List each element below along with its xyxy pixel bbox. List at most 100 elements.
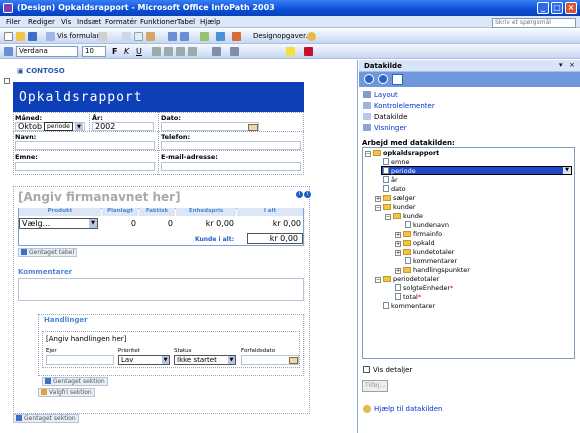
copy-icon[interactable]	[134, 32, 143, 41]
subject-field[interactable]	[15, 162, 155, 171]
menu-indsaet[interactable]: Indsæt	[77, 18, 101, 26]
align-right-icon[interactable]	[176, 47, 185, 56]
maximize-button[interactable]: □	[551, 2, 563, 14]
tree-node-kundenavn[interactable]: kundenavn	[405, 221, 449, 229]
name-field[interactable]	[15, 141, 155, 150]
tree-node-periodetotaler[interactable]: − periodetotaler	[375, 275, 439, 283]
menu-rediger[interactable]: Rediger	[28, 18, 55, 26]
tree-node-handlingspunkter[interactable]: + handlingspunkter	[395, 266, 470, 274]
company-name-heading[interactable]: [Angiv firmanavnet her]	[18, 190, 181, 204]
comments-field[interactable]	[18, 278, 304, 301]
tree-node-kommentarer[interactable]: kommentarer	[405, 257, 457, 265]
tree-node-opkald[interactable]: + opkald	[395, 239, 435, 247]
link-layout[interactable]: Layout	[374, 91, 398, 99]
menu-vis[interactable]: Vis	[61, 18, 71, 26]
menu-formater[interactable]: Formatér	[105, 18, 137, 26]
tree-node-kommentarer-2[interactable]: kommentarer	[383, 302, 435, 310]
product-dropdown-arrow[interactable]: ▼	[89, 219, 97, 228]
redo-icon[interactable]	[180, 32, 189, 41]
font-size-select[interactable]: 10	[82, 46, 106, 57]
tree-node-kunde[interactable]: − kunde	[385, 212, 423, 220]
pane-menu-arrow[interactable]: ▾	[559, 61, 563, 69]
home-icon[interactable]	[392, 74, 403, 85]
design-tasks-button[interactable]: Designopgaver...	[253, 32, 312, 40]
tree-node-periode[interactable]: periode	[383, 167, 416, 175]
owner-field[interactable]	[46, 355, 114, 365]
new-icon[interactable]	[4, 32, 13, 41]
save-icon[interactable]	[28, 32, 37, 41]
align-center-icon[interactable]	[164, 47, 173, 56]
period-field-tag[interactable]: periode	[44, 122, 73, 131]
tree-node-firmainfo[interactable]: + firmainfo	[395, 230, 442, 238]
spelling-icon[interactable]	[232, 32, 241, 41]
link-views[interactable]: Visninger	[374, 124, 407, 132]
numbering-icon[interactable]	[230, 47, 239, 56]
product-select[interactable]: Vælg...	[19, 218, 98, 229]
node-dropdown-arrow[interactable]: ▼	[563, 167, 571, 174]
help-icon[interactable]	[307, 32, 316, 41]
font-color-icon[interactable]	[304, 47, 313, 56]
menu-funktioner[interactable]: Funktioner	[140, 18, 177, 26]
font-select[interactable]: Verdana	[16, 46, 78, 57]
menu-hjaelp[interactable]: Hjælp	[200, 18, 220, 26]
link-controls[interactable]: Kontrolelementer	[374, 102, 435, 110]
close-button[interactable]: ×	[565, 2, 577, 14]
phone-field[interactable]	[161, 141, 301, 150]
underline-button[interactable]: U	[136, 47, 142, 56]
status-select[interactable]: Ikke startet	[174, 355, 236, 365]
tree-node-kundetotaler[interactable]: + kundetotaler	[395, 248, 454, 256]
tree-node-solgteenheder[interactable]: solgteEnheder*	[395, 284, 453, 292]
priority-dropdown-arrow[interactable]: ▼	[162, 356, 169, 364]
email-field[interactable]	[161, 162, 301, 171]
date-field[interactable]	[161, 122, 259, 131]
minimize-button[interactable]: _	[537, 2, 549, 14]
planned-field[interactable]: 0	[102, 219, 136, 228]
due-date-calendar-icon[interactable]	[289, 357, 298, 364]
info-icon-2[interactable]: i	[304, 191, 311, 198]
repeating-section-tag[interactable]: Gentaget sektion	[42, 377, 108, 386]
show-details-checkbox[interactable]	[363, 366, 370, 373]
hyperlink-icon[interactable]	[216, 32, 225, 41]
insert-table-icon[interactable]	[200, 32, 209, 41]
status-dropdown-arrow[interactable]: ▼	[228, 356, 235, 364]
tree-node-dato[interactable]: dato	[383, 185, 406, 193]
tree-node-kunder[interactable]: − kunder	[375, 203, 416, 211]
paste-icon[interactable]	[146, 32, 155, 41]
tree-node-emne[interactable]: emne	[383, 158, 409, 166]
menu-tabel[interactable]: Tabel	[177, 18, 195, 26]
info-icon[interactable]: i	[296, 191, 303, 198]
open-icon[interactable]	[16, 32, 25, 41]
bullets-icon[interactable]	[212, 47, 221, 56]
add-button[interactable]: Tilføj...	[362, 380, 388, 392]
back-icon[interactable]	[364, 74, 374, 84]
month-dropdown-arrow[interactable]: ▼	[75, 123, 83, 131]
repeating-table-tag[interactable]: Gentaget tabel	[18, 248, 78, 257]
pane-close-icon[interactable]: ×	[569, 61, 575, 69]
unit-price-field[interactable]: kr 0,00	[176, 219, 234, 228]
calendar-icon[interactable]	[248, 124, 258, 131]
year-field[interactable]: 2002	[92, 122, 154, 131]
highlight-icon[interactable]	[286, 47, 295, 56]
italic-button[interactable]: K	[124, 47, 129, 56]
styles-icon[interactable]	[4, 47, 13, 56]
help-data-source-link[interactable]: Hjælp til datakilden	[374, 405, 442, 413]
repeating-section-tag-2[interactable]: Gentaget sektion	[13, 414, 79, 423]
bold-button[interactable]: F	[112, 47, 117, 56]
actual-field[interactable]: 0	[139, 219, 173, 228]
align-left-icon[interactable]	[152, 47, 161, 56]
tree-node-total[interactable]: total*	[395, 293, 421, 301]
tree-node-opkaldsrapport[interactable]: − opkaldsrapport	[365, 149, 439, 157]
action-placeholder[interactable]: [Angiv handlingen her]	[46, 335, 126, 343]
forward-icon[interactable]	[378, 74, 388, 84]
preview-form-button[interactable]: Vis formular	[57, 32, 99, 40]
tree-node-saelger[interactable]: + sælger	[375, 194, 415, 202]
optional-section-tag[interactable]: Valgfri sektion	[38, 388, 95, 397]
preview-icon[interactable]	[46, 32, 55, 41]
print-icon[interactable]	[98, 32, 107, 41]
tree-node-ar[interactable]: år	[383, 176, 398, 184]
link-data-source[interactable]: Datakilde	[374, 113, 407, 121]
help-search-input[interactable]: Skriv et spørgsmål	[492, 18, 576, 28]
undo-icon[interactable]	[168, 32, 177, 41]
justify-icon[interactable]	[188, 47, 197, 56]
cut-icon[interactable]	[122, 32, 131, 41]
